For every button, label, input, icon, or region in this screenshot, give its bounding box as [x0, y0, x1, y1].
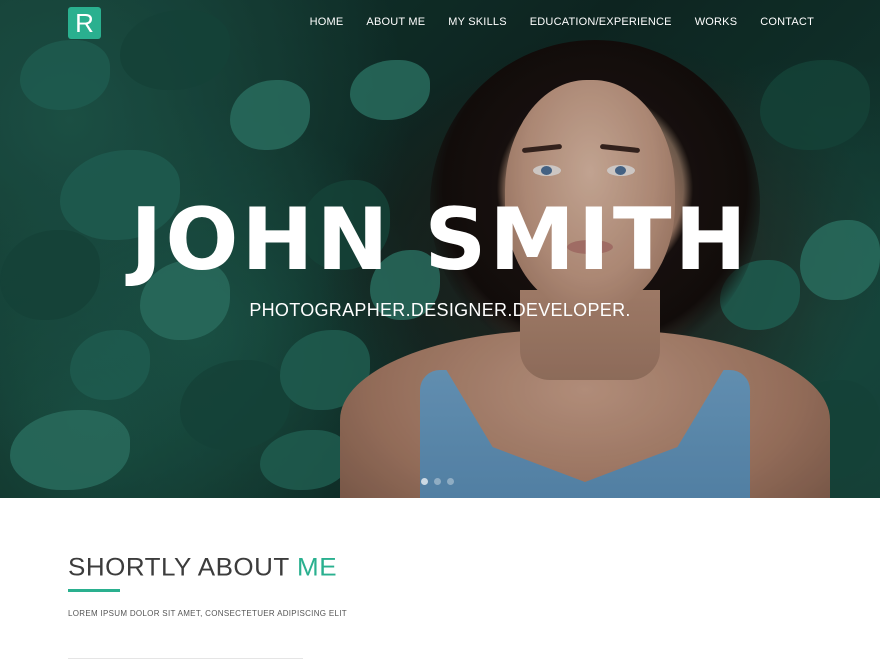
- about-title-accent: ME: [297, 552, 338, 582]
- slider-dot[interactable]: [434, 478, 441, 485]
- main-nav: HOME ABOUT ME MY SKILLS EDUCATION/EXPERI…: [287, 16, 814, 28]
- title-underline: [68, 589, 120, 592]
- nav-works[interactable]: WORKS: [695, 16, 738, 28]
- hero-section: R HOME ABOUT ME MY SKILLS EDUCATION/EXPE…: [0, 0, 880, 498]
- about-title-main: SHORTLY ABOUT: [68, 552, 298, 582]
- nav-contact[interactable]: CONTACT: [760, 16, 814, 28]
- divider: [68, 658, 303, 659]
- about-section-title: SHORTLY ABOUT ME: [68, 553, 337, 582]
- slider-dot[interactable]: [421, 478, 428, 485]
- nav-my-skills[interactable]: MY SKILLS: [448, 16, 506, 28]
- nav-education-experience[interactable]: EDUCATION/EXPERIENCE: [530, 16, 672, 28]
- nav-home[interactable]: HOME: [310, 16, 344, 28]
- hero-title: JOHN SMITH: [130, 190, 750, 290]
- slider-dots: [421, 478, 454, 485]
- hero-subtitle: PHOTOGRAPHER.DESIGNER.DEVELOPER.: [249, 300, 631, 320]
- slider-dot[interactable]: [447, 478, 454, 485]
- nav-about-me[interactable]: ABOUT ME: [366, 16, 425, 28]
- about-text: LOREM IPSUM DOLOR SIT AMET, CONSECTETUER…: [68, 609, 347, 618]
- logo[interactable]: R: [68, 7, 101, 39]
